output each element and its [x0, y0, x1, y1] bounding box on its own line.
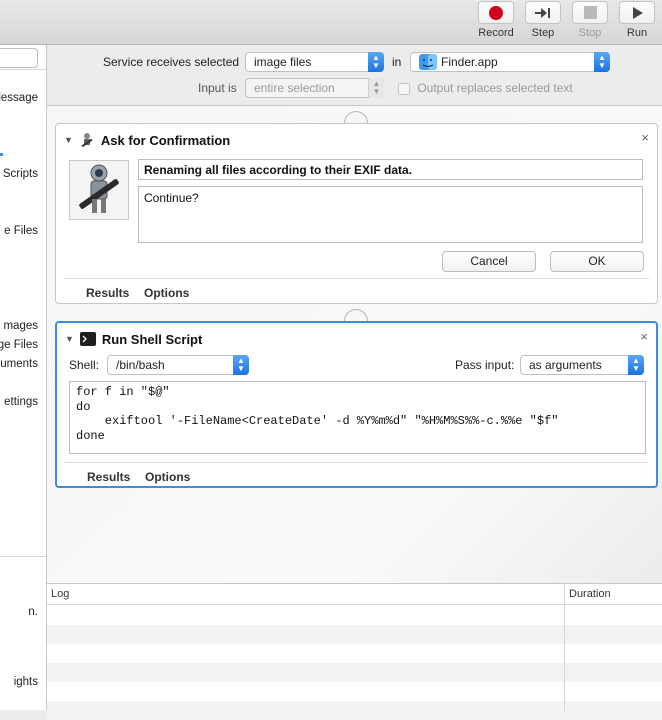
log-row: [47, 701, 662, 720]
stop-button[interactable]: Stop: [568, 1, 612, 39]
record-icon: [489, 5, 503, 20]
stop-label: Stop: [578, 27, 602, 39]
options-tab[interactable]: Options: [144, 286, 189, 300]
confirmation-message-field[interactable]: Renaming all files according to their EX…: [138, 159, 643, 180]
script-editor[interactable]: for f in "$@" do exiftool '-FileName<Cre…: [69, 381, 646, 454]
duration-column-header[interactable]: Duration: [569, 588, 611, 600]
ok-button[interactable]: OK: [550, 251, 644, 272]
application-value: Finder.app: [441, 55, 498, 69]
run-label: Run: [626, 27, 648, 39]
log-column-header[interactable]: Log: [51, 588, 69, 600]
log-panel: Log Duration: [47, 583, 662, 720]
run-button[interactable]: Run: [615, 1, 659, 39]
input-type-value: image files: [254, 55, 312, 69]
results-tab[interactable]: Results: [87, 470, 130, 484]
pass-input-label: Pass input:: [455, 358, 515, 372]
sidebar-marker: [0, 153, 3, 156]
sidebar-divider: [0, 69, 46, 70]
pass-input-value: as arguments: [529, 358, 602, 372]
action-footer: Results Options: [65, 462, 648, 484]
sidebar-item[interactable]: ge Files: [0, 339, 38, 351]
chevron-updown-icon: ▲ ▼: [368, 78, 384, 98]
shell-value: /bin/bash: [116, 358, 165, 372]
step-label: Step: [531, 27, 555, 39]
action-run-shell-script[interactable]: ▼ Run Shell Script × Shell: /bin/bash ▲ ▼…: [55, 321, 658, 488]
toolbar: Record Step Stop Run: [0, 0, 662, 45]
record-button[interactable]: Record: [474, 1, 518, 39]
output-replaces-label: Output replaces selected text: [417, 81, 573, 95]
library-sidebar: lessage Scripts e Files mages ge Files u…: [0, 45, 47, 710]
options-tab[interactable]: Options: [145, 470, 190, 484]
action-title: Ask for Confirmation: [100, 132, 231, 148]
chevron-updown-icon: ▲ ▼: [594, 52, 610, 72]
action-title: Run Shell Script: [101, 331, 203, 347]
input-is-label: Input is: [198, 81, 237, 95]
sidebar-item[interactable]: ettings: [4, 396, 38, 408]
shell-label: Shell:: [69, 358, 100, 372]
close-icon[interactable]: ×: [641, 130, 649, 145]
action-title-bar: ▼ Ask for Confirmation: [64, 132, 230, 148]
column-divider: [564, 584, 565, 711]
log-header: Log Duration: [47, 584, 662, 605]
chevron-updown-icon: ▲ ▼: [233, 355, 249, 375]
sidebar-item[interactable]: e Files: [4, 225, 38, 237]
action-footer: Results Options: [64, 278, 649, 300]
action-title-bar: ▼ Run Shell Script: [65, 331, 202, 347]
sidebar-item[interactable]: uments: [0, 358, 38, 370]
record-label: Record: [478, 27, 514, 39]
output-replaces-checkbox[interactable]: [398, 82, 410, 95]
log-row: [47, 663, 662, 682]
description-text: n.: [28, 606, 38, 618]
automator-robot-icon: [79, 164, 119, 213]
finder-icon: [419, 54, 437, 70]
automator-image: [69, 160, 129, 220]
automator-robot-icon: [81, 133, 93, 148]
pass-input-popup[interactable]: as arguments ▲ ▼: [520, 355, 644, 375]
stop-icon: [583, 6, 597, 19]
log-row: [47, 625, 662, 644]
description-text: ights: [13, 676, 38, 688]
application-popup[interactable]: Finder.app ▲ ▼: [410, 52, 610, 72]
sidebar-item[interactable]: mages: [3, 320, 38, 332]
results-tab[interactable]: Results: [86, 286, 129, 300]
action-ask-for-confirmation[interactable]: ▼ Ask for Confirmation × Renaming all fi…: [55, 123, 658, 304]
input-is-value: entire selection: [254, 81, 335, 95]
service-receives-label: Service receives selected: [103, 55, 240, 69]
input-type-popup[interactable]: image files ▲ ▼: [245, 52, 384, 72]
output-replaces-option[interactable]: Output replaces selected text: [398, 81, 573, 95]
confirmation-submessage-field[interactable]: Continue?: [138, 186, 643, 243]
library-search-input[interactable]: [0, 48, 38, 68]
sidebar-item[interactable]: lessage: [0, 92, 38, 104]
cancel-button[interactable]: Cancel: [442, 251, 536, 272]
chevron-updown-icon: ▲ ▼: [368, 52, 384, 72]
terminal-icon: [79, 332, 96, 346]
sidebar-item[interactable]: Scripts: [3, 168, 38, 180]
chevron-updown-icon: ▲ ▼: [628, 355, 644, 375]
step-icon: [535, 7, 550, 18]
workflow-area: Service receives selected image files ▲ ▼…: [47, 45, 662, 583]
shell-popup[interactable]: /bin/bash ▲ ▼: [107, 355, 249, 375]
disclosure-triangle-icon[interactable]: ▼: [65, 334, 74, 344]
sidebar-divider: [0, 556, 46, 557]
input-is-popup[interactable]: entire selection ▲ ▼: [245, 78, 384, 98]
play-icon: [633, 6, 643, 19]
close-icon[interactable]: ×: [640, 329, 648, 344]
step-button[interactable]: Step: [521, 1, 565, 39]
in-label: in: [392, 55, 402, 69]
disclosure-triangle-icon[interactable]: ▼: [64, 135, 73, 145]
